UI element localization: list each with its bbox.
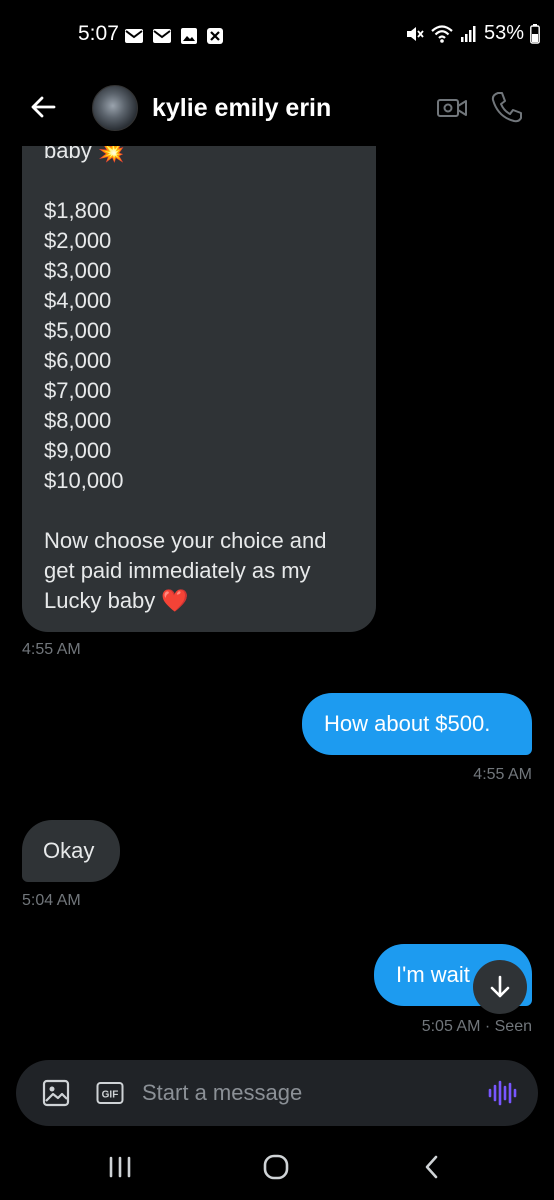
mail-icon: [153, 29, 171, 43]
notification-icons: [124, 27, 224, 45]
gif-button[interactable]: GIF: [96, 1081, 124, 1105]
message-composer: GIF: [16, 1060, 538, 1126]
outgoing-message-bubble[interactable]: How about $500.: [302, 693, 532, 755]
gif-label: GIF: [102, 1090, 119, 1101]
message-timestamp: 4:55 AM: [22, 641, 81, 658]
mail-icon: [125, 29, 143, 43]
mute-icon: [406, 26, 424, 41]
phone-call-button[interactable]: [490, 90, 522, 124]
home-button[interactable]: [256, 1152, 296, 1182]
status-time: 5:07: [78, 22, 119, 45]
message-timestamp: 4:55 AM: [473, 766, 532, 783]
message-status: 5:05 AM · Seen: [421, 1018, 532, 1035]
message-input[interactable]: [142, 1078, 462, 1108]
contact-name[interactable]: kylie emily erin: [152, 94, 331, 123]
scroll-to-bottom-button[interactable]: [473, 960, 527, 1014]
recents-icon: [109, 1156, 131, 1178]
x-app-icon: [207, 28, 223, 44]
recent-apps-button[interactable]: [100, 1152, 140, 1182]
message-list[interactable]: baby 💥 $1,800 $2,000 $3,000 $4,000 $5,00…: [0, 146, 554, 1050]
voice-message-button[interactable]: [486, 1077, 518, 1109]
contact-avatar[interactable]: [92, 85, 138, 131]
message-text: I'm wait: [396, 962, 470, 987]
system-status: 53%: [404, 22, 540, 45]
status-bar: 5:07 53%: [0, 0, 554, 70]
battery-icon: [530, 23, 540, 44]
video-call-button[interactable]: [436, 92, 468, 124]
back-button[interactable]: [26, 90, 60, 124]
incoming-message-bubble[interactable]: Okay: [22, 820, 120, 882]
wifi-icon: [431, 24, 453, 43]
image-icon[interactable]: [42, 1079, 70, 1107]
gif-icon: GIF: [96, 1082, 124, 1104]
arrow-down-icon: [490, 975, 510, 998]
photo-icon: [181, 28, 197, 44]
message-text: Okay: [43, 838, 95, 863]
battery-percent: 53%: [483, 22, 524, 44]
message-text: baby 💥 $1,800 $2,000 $3,000 $4,000 $5,00…: [44, 146, 327, 613]
home-icon: [263, 1154, 289, 1180]
chevron-left-icon: [425, 1155, 438, 1179]
signal-icon: [460, 25, 476, 42]
system-back-button[interactable]: [412, 1152, 452, 1182]
message-text: How about $500.: [324, 711, 491, 736]
system-nav-bar: [0, 1130, 554, 1200]
incoming-message-bubble[interactable]: baby 💥 $1,800 $2,000 $3,000 $4,000 $5,00…: [22, 146, 376, 632]
conversation-header: kylie emily erin: [0, 70, 554, 146]
message-timestamp: 5:04 AM: [22, 892, 81, 909]
